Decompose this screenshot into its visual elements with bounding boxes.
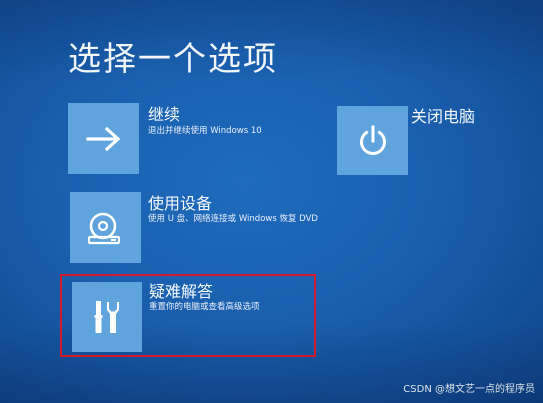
disc-drive-icon (87, 212, 120, 244)
tools-icon (94, 301, 119, 333)
troubleshoot-description: 重置你的电脑或查看高级选项 (149, 302, 260, 312)
page-title: 选择一个选项 (68, 39, 278, 78)
troubleshoot-title[interactable]: 疑难解答 (149, 278, 213, 302)
shutdown-title[interactable]: 关闭电脑 (411, 103, 475, 127)
arrow-right-icon (85, 126, 120, 151)
continue-tile[interactable] (68, 103, 139, 174)
use-device-title[interactable]: 使用设备 (148, 190, 212, 214)
watermark: CSDN @想文艺一点的程序员 (403, 384, 535, 395)
use-device-tile[interactable] (70, 192, 141, 263)
continue-description: 退出并继续使用 Windows 10 (148, 126, 262, 136)
troubleshoot-tile[interactable] (72, 282, 142, 352)
use-device-description: 使用 U 盘、网络连接或 Windows 恢复 DVD (148, 214, 318, 224)
shutdown-tile[interactable] (337, 106, 408, 175)
continue-title[interactable]: 继续 (148, 101, 180, 125)
power-icon (359, 125, 386, 155)
recovery-screen: 选择一个选项 继续 退出并继续使用 Windows 10 关闭电脑 使用设备 使… (0, 0, 543, 403)
